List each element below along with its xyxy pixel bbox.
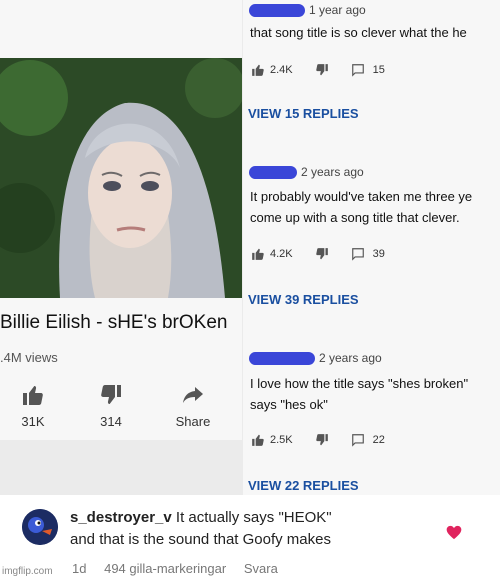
redacted-username bbox=[249, 351, 315, 365]
share-label: Share bbox=[175, 414, 211, 429]
comment-dislike-button[interactable] bbox=[315, 63, 329, 77]
comment-text-line-2: and that is the sound that Goofy makes bbox=[70, 531, 331, 548]
comment-age: 1d bbox=[72, 561, 87, 576]
comment-bubble-icon bbox=[351, 434, 364, 447]
thumbs-up-icon bbox=[8, 382, 58, 408]
thumbs-up-icon bbox=[252, 64, 264, 76]
redacted-username bbox=[249, 165, 297, 179]
thumbs-down-icon bbox=[315, 434, 328, 446]
comment-bubble-icon bbox=[351, 64, 364, 77]
comment-time: 1 year ago bbox=[309, 3, 366, 17]
like-count: 31K bbox=[21, 414, 45, 429]
video-title[interactable]: Billie Eilish - sHE's brOKen bbox=[0, 312, 227, 334]
comment-like-button[interactable]: 2.5K bbox=[251, 433, 293, 447]
comment-text-line-2: come up with a song title that clever. bbox=[250, 210, 460, 225]
view-replies-link[interactable]: VIEW 15 REPLIES bbox=[248, 106, 359, 121]
dislike-count: 314 bbox=[100, 414, 122, 429]
comments-panel: 1 year ago that song title is so clever … bbox=[243, 0, 500, 495]
video-thumbnail[interactable] bbox=[0, 58, 242, 298]
comment-reply-count: 15 bbox=[372, 64, 385, 76]
view-replies-link[interactable]: VIEW 22 REPLIES bbox=[248, 478, 359, 493]
avatar[interactable] bbox=[22, 509, 58, 545]
bottom-comment: s_destroyer_v It actually says "HEOK" an… bbox=[0, 495, 500, 580]
thumbs-up-icon bbox=[252, 434, 264, 446]
comment-like-count: 2.5K bbox=[270, 434, 293, 446]
thumbnail-image bbox=[0, 58, 242, 298]
redacted-username bbox=[249, 3, 305, 17]
comment-likes-link[interactable]: 494 gilla-markeringar bbox=[104, 561, 226, 576]
comment-like-count: 2.4K bbox=[270, 64, 293, 76]
like-button[interactable]: 31K bbox=[8, 382, 58, 429]
comment-time: 2 years ago bbox=[319, 351, 382, 365]
comment-text-line-1: It actually says "HEOK" bbox=[175, 509, 332, 526]
dislike-button[interactable]: 314 bbox=[86, 382, 136, 429]
comment-text-line-1: It probably would've taken me three ye bbox=[250, 189, 473, 204]
share-button[interactable]: Share bbox=[168, 382, 218, 429]
comment-reply-button[interactable]: 15 bbox=[351, 63, 385, 77]
reply-link[interactable]: Svara bbox=[244, 561, 278, 576]
thumbs-down-icon bbox=[86, 382, 136, 408]
comment-reply-count: 22 bbox=[372, 434, 385, 446]
comment-time: 2 years ago bbox=[301, 165, 364, 179]
comment-text: that song title is so clever what the he bbox=[250, 25, 467, 40]
comment-text-line-1: I love how the title says "shes broken" bbox=[250, 376, 469, 391]
comment-reply-button[interactable]: 39 bbox=[351, 247, 385, 261]
comment-like-button[interactable]: 4.2K bbox=[251, 247, 293, 261]
watermark: imgflip.com bbox=[2, 566, 53, 577]
video-card: Billie Eilish - sHE's brOKen .4M views 3… bbox=[0, 0, 242, 440]
thumbs-down-icon bbox=[315, 64, 328, 76]
thumbs-down-icon bbox=[315, 248, 328, 260]
video-views: .4M views bbox=[0, 350, 58, 365]
comment-dislike-button[interactable] bbox=[315, 433, 329, 447]
comment-text-line-2: says "hes ok" bbox=[250, 397, 328, 412]
share-arrow-icon bbox=[168, 382, 218, 408]
thumbs-up-icon bbox=[252, 248, 264, 260]
comment-username[interactable]: s_destroyer_v bbox=[70, 509, 172, 526]
comment-like-count: 4.2K bbox=[270, 248, 293, 260]
comment-bubble-icon bbox=[351, 248, 364, 261]
heart-icon[interactable] bbox=[446, 525, 462, 545]
comment-reply-count: 39 bbox=[372, 248, 385, 260]
view-replies-link[interactable]: VIEW 39 REPLIES bbox=[248, 292, 359, 307]
comment-reply-button[interactable]: 22 bbox=[351, 433, 385, 447]
comment-like-button[interactable]: 2.4K bbox=[251, 63, 293, 77]
comment-dislike-button[interactable] bbox=[315, 247, 329, 261]
